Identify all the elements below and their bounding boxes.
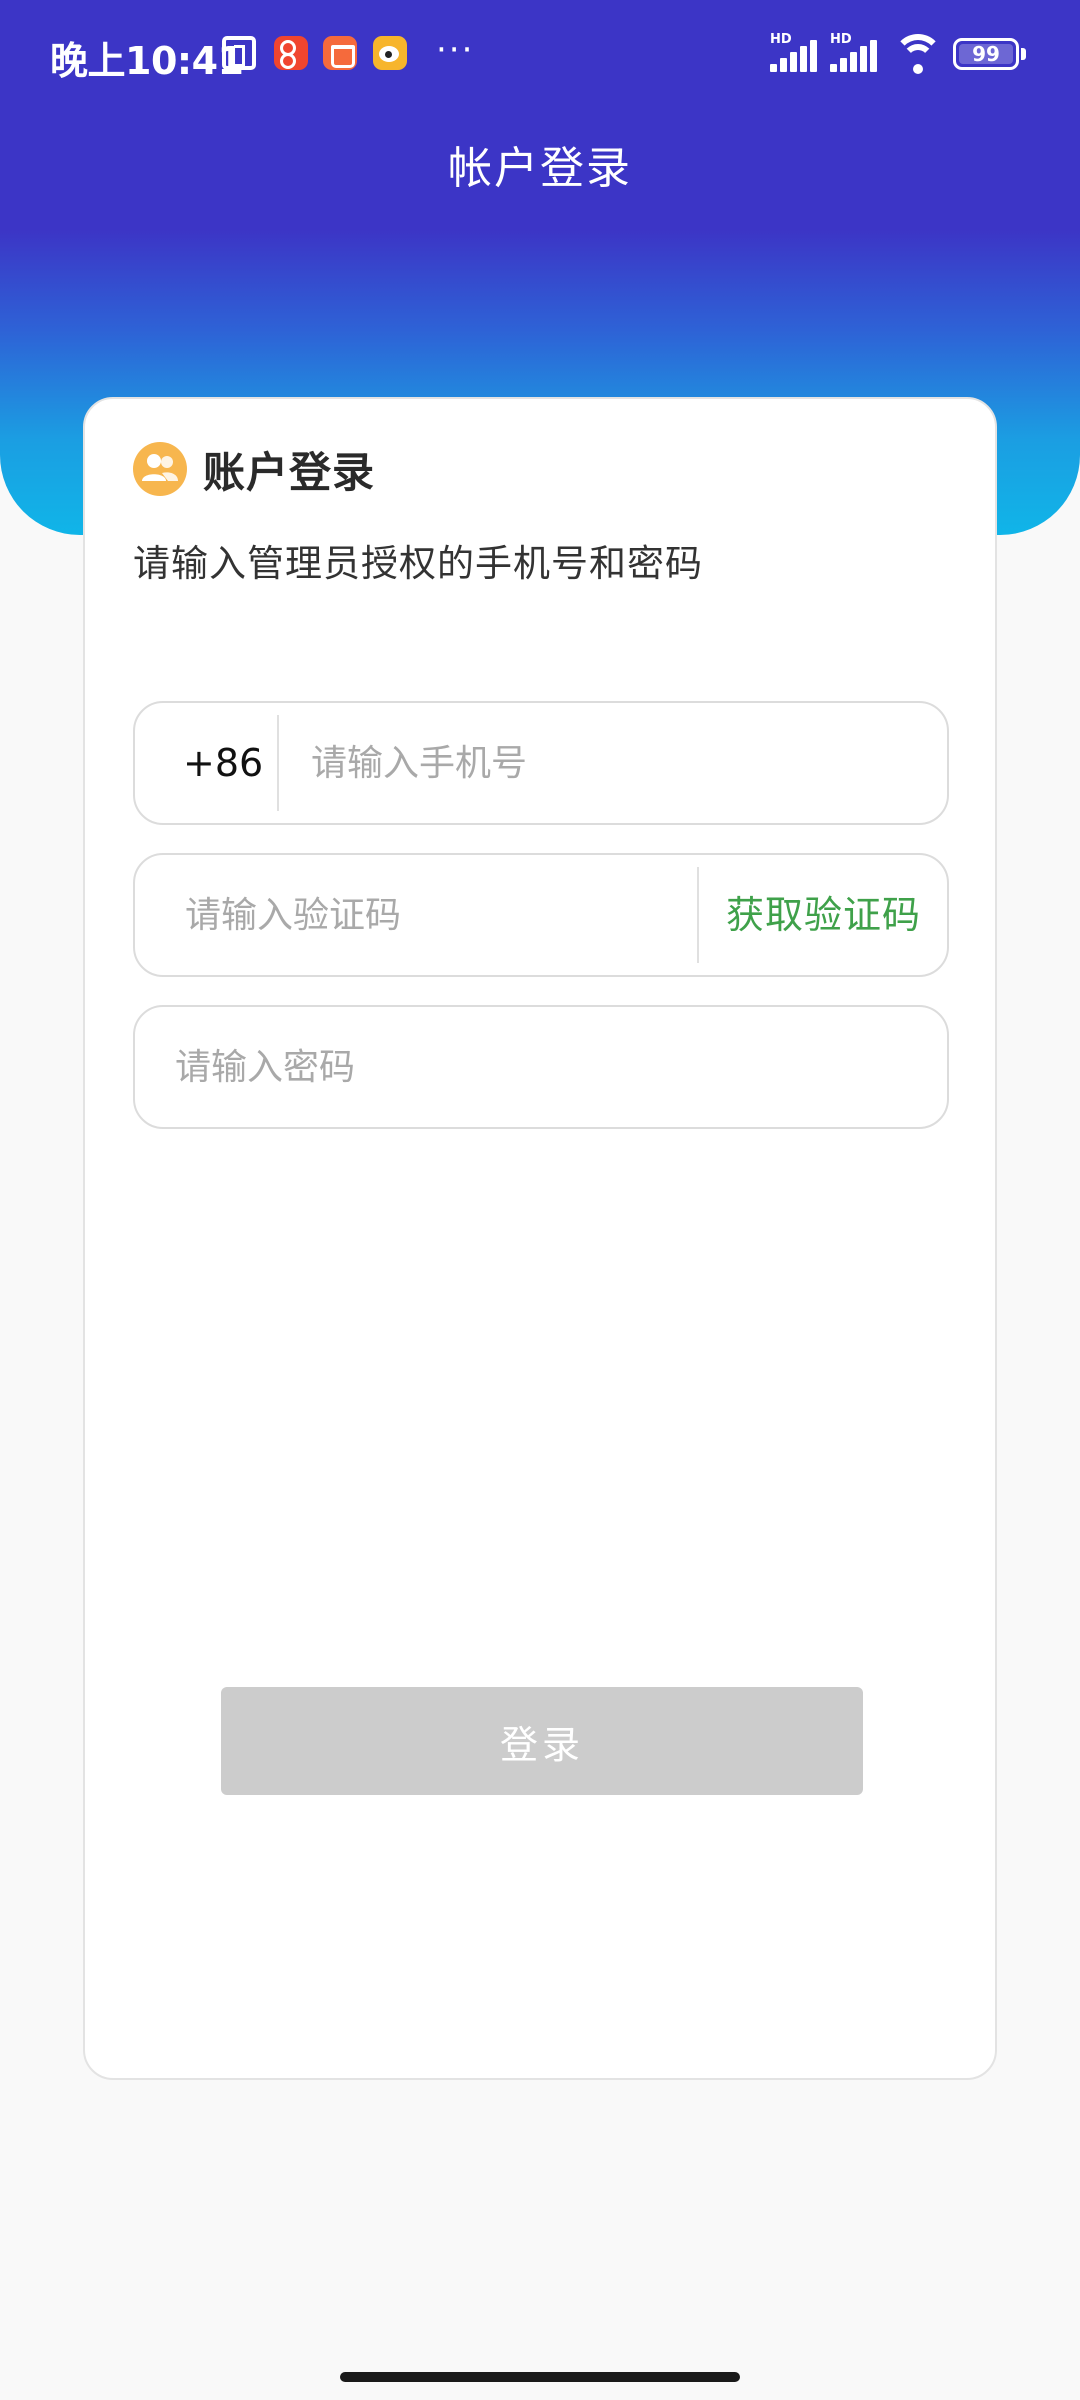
- wifi-icon: [893, 34, 943, 74]
- signal-icon: HD: [830, 32, 886, 72]
- code-field: 获取验证码: [133, 853, 949, 977]
- status-time: 晚上10:41: [50, 39, 244, 83]
- login-button[interactable]: 登录: [221, 1687, 863, 1795]
- page-title: 帐户登录: [448, 143, 632, 194]
- password-input[interactable]: [175, 1007, 915, 1127]
- login-screen: 晚上10:41 ··· HD HD 99 帐户登录 账户登录 请输入管理员授权的…: [0, 0, 1080, 2400]
- hd-label: HD: [830, 32, 852, 47]
- country-code-prefix[interactable]: +86: [183, 703, 263, 823]
- battery-icon: 99: [953, 38, 1019, 70]
- users-icon: [133, 442, 187, 496]
- login-card: 账户登录 请输入管理员授权的手机号和密码 +86 获取验证码 登录: [83, 397, 997, 2080]
- nfc-icon: [222, 36, 256, 70]
- card-title: 账户登录: [203, 447, 376, 497]
- card-title-row: 账户登录: [133, 441, 375, 497]
- home-indicator[interactable]: [340, 2372, 740, 2382]
- more-notifications-icon: ···: [436, 30, 475, 70]
- kuaishou-app-icon: [274, 36, 308, 70]
- field-divider: [697, 867, 699, 963]
- hd-label: HD: [770, 32, 792, 47]
- battery-tip: [1021, 48, 1026, 60]
- get-code-button[interactable]: 获取验证码: [726, 855, 921, 975]
- field-divider: [277, 715, 279, 811]
- weibo-app-icon: [373, 36, 407, 70]
- code-input[interactable]: [185, 855, 685, 975]
- battery-level: 99: [972, 42, 1000, 66]
- phone-input[interactable]: [311, 703, 911, 823]
- password-field: [133, 1005, 949, 1129]
- shopping-app-icon: [323, 36, 357, 70]
- signal-icon: HD: [770, 32, 826, 72]
- status-bar: 晚上10:41 ··· HD HD 99: [0, 0, 1080, 108]
- phone-field: +86: [133, 701, 949, 825]
- card-subtitle: 请输入管理员授权的手机号和密码: [133, 542, 703, 585]
